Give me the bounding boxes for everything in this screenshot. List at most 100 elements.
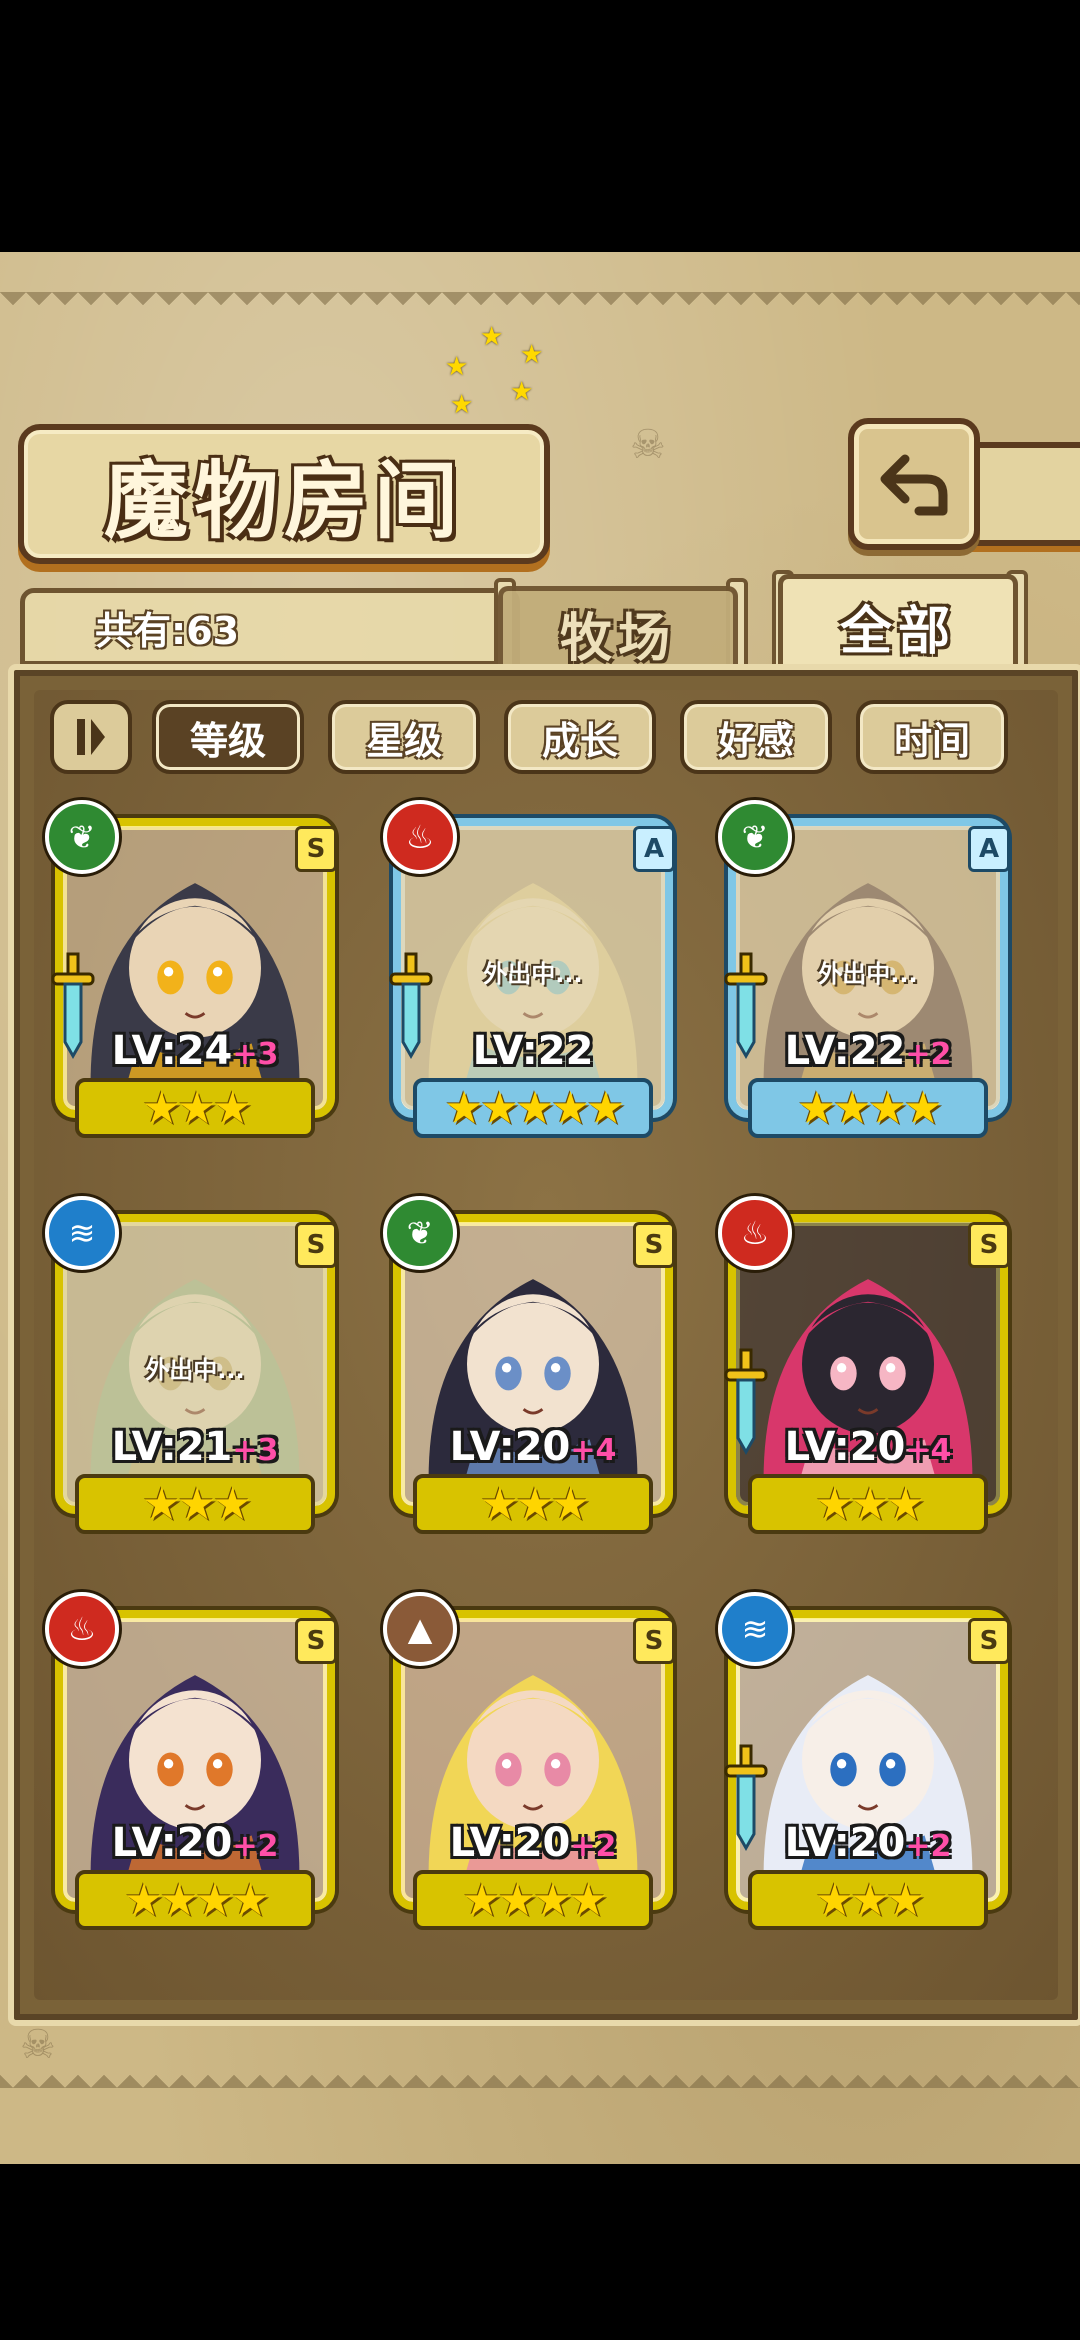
level-bonus: +2 [570, 1829, 617, 1864]
rank-badge: S [295, 1222, 337, 1268]
star-icon: ★ [195, 1874, 235, 1926]
level-value: LV:20 [784, 1424, 906, 1470]
star-icon: ★ [515, 1478, 555, 1530]
star-icon: ★ [479, 1478, 520, 1530]
monster-level: LV:20+4 [718, 1424, 1018, 1470]
star-icon: ★ [159, 1874, 200, 1926]
star-icon: ★ [814, 1874, 855, 1926]
star-icon: ★ [903, 1082, 943, 1134]
star-icon: ★ [850, 1874, 890, 1926]
wave-icon: ≋ [718, 1592, 792, 1666]
star-icon: ★ [568, 1874, 608, 1926]
star-icon: ★ [550, 1082, 591, 1134]
star-icon: ★ [212, 1082, 253, 1134]
rank-badge: A [633, 826, 675, 872]
rank-badge: S [295, 1618, 337, 1664]
star-icon: ★ [479, 1082, 520, 1134]
sort-star-button[interactable]: 星级 [328, 700, 480, 774]
away-status: 外出中... [818, 960, 918, 988]
skull-map-icon: ☠ [20, 2022, 56, 2068]
monster-level: LV:20+2 [45, 1820, 345, 1866]
sort-growth-button[interactable]: 成长 [504, 700, 656, 774]
back-button[interactable] [848, 418, 980, 550]
star-icon: ★ [141, 1082, 182, 1134]
level-bonus: +4 [570, 1433, 617, 1468]
torn-edge-bottom [0, 2062, 1080, 2088]
tab-ranch[interactable]: 牧场 [498, 586, 738, 676]
star-rating: ★ ★ ★ [748, 1870, 988, 1930]
star-icon: ★ [550, 1478, 591, 1530]
monster-card[interactable]: S ▲ LV:20+2 ★ ★ ★ ★ [383, 1592, 683, 1932]
back-arrow-icon [880, 454, 948, 516]
star-rating: ★ ★ ★ ★ [748, 1078, 988, 1138]
level-bonus: +3 [232, 1433, 279, 1468]
monster-card[interactable]: S ≋ LV:20+2 ★ ★ ★ [718, 1592, 1018, 1932]
star-rating: ★ ★ ★ ★ ★ [413, 1078, 653, 1138]
star-icon: ★ [497, 1874, 538, 1926]
sort-order-icon [77, 719, 105, 755]
star-icon: ★ [230, 1874, 270, 1926]
rank-badge: S [968, 1618, 1010, 1664]
monster-card[interactable]: 外出中... S ≋ LV:21+3 ★ ★ ★ [45, 1196, 345, 1536]
wave-icon: ≋ [45, 1196, 119, 1270]
sort-affection-button[interactable]: 好感 [680, 700, 832, 774]
star-rating: ★ ★ ★ [75, 1474, 315, 1534]
monster-level: LV:22 [383, 1028, 683, 1074]
monster-card[interactable]: S ❦ LV:24+3 ★ ★ ★ [45, 800, 345, 1140]
star-icon: ★ [850, 1478, 890, 1530]
leaf-icon: ❦ [383, 1196, 457, 1270]
rank-badge: A [968, 826, 1010, 872]
star-rating: ★ ★ ★ ★ [413, 1870, 653, 1930]
away-status: 外出中... [145, 1356, 245, 1384]
level-value: LV:21 [111, 1424, 233, 1470]
monster-level: LV:24+3 [45, 1028, 345, 1074]
pause-sort-icon[interactable] [50, 700, 132, 774]
sort-level-button[interactable]: 等级 [152, 700, 304, 774]
level-value: LV:20 [784, 1820, 906, 1866]
level-bonus: +2 [905, 1829, 952, 1864]
monster-card[interactable]: S ♨ LV:20+2 ★ ★ ★ ★ [45, 1592, 345, 1932]
star-icon: ★ [586, 1082, 626, 1134]
monster-level: LV:20+2 [383, 1820, 683, 1866]
star-icon: ★ [177, 1478, 217, 1530]
rank-badge: S [295, 826, 337, 872]
mountain-icon: ▲ [383, 1592, 457, 1666]
monster-card[interactable]: S ❦ LV:20+4 ★ ★ ★ [383, 1196, 683, 1536]
star-icon: ★ [444, 1082, 484, 1134]
star-icon: ★ [124, 1874, 164, 1926]
star-icon: ★ [868, 1082, 908, 1134]
tab-all[interactable]: 全部 [778, 574, 1018, 674]
sort-time-button[interactable]: 时间 [856, 700, 1008, 774]
flame-icon: ♨ [45, 1592, 119, 1666]
monster-card[interactable]: 外出中... A ❦ LV:22+2 ★ ★ ★ ★ [718, 800, 1018, 1140]
star-icon: ★ [533, 1874, 573, 1926]
star-rating: ★ ★ ★ [748, 1474, 988, 1534]
skull-map-icon: ☠ [630, 422, 666, 468]
title-plaque: 魔物房间 [18, 424, 550, 564]
flame-icon: ♨ [718, 1196, 792, 1270]
monster-card[interactable]: 外出中... A ♨ LV:22 ★ ★ ★ ★ ★ [383, 800, 683, 1140]
level-value: LV:20 [111, 1820, 233, 1866]
star-icon: ★ [212, 1478, 253, 1530]
monster-level: LV:20+2 [718, 1820, 1018, 1866]
level-bonus: +3 [232, 1037, 279, 1072]
page-title: 魔物房间 [103, 450, 464, 550]
star-icon: ★ [462, 1874, 502, 1926]
star-rating: ★ ★ ★ [413, 1474, 653, 1534]
star-icon: ★ [177, 1082, 217, 1134]
level-value: LV:22 [472, 1028, 594, 1074]
torn-edge-top [0, 292, 1080, 318]
level-value: LV:20 [449, 1424, 571, 1470]
star-rating: ★ ★ ★ [75, 1078, 315, 1138]
level-bonus: +2 [232, 1829, 279, 1864]
away-status: 外出中... [483, 960, 583, 988]
rank-badge: S [633, 1222, 675, 1268]
level-bonus: +4 [905, 1433, 952, 1468]
leaf-icon: ❦ [45, 800, 119, 874]
star-icon: ★ [885, 1874, 926, 1926]
star-ring-decoration: ★ ★ ★ ★ ★ [445, 322, 544, 420]
leaf-icon: ❦ [718, 800, 792, 874]
monster-card[interactable]: S ♨ LV:20+4 ★ ★ ★ [718, 1196, 1018, 1536]
star-icon: ★ [141, 1478, 182, 1530]
star-rating: ★ ★ ★ ★ [75, 1870, 315, 1930]
